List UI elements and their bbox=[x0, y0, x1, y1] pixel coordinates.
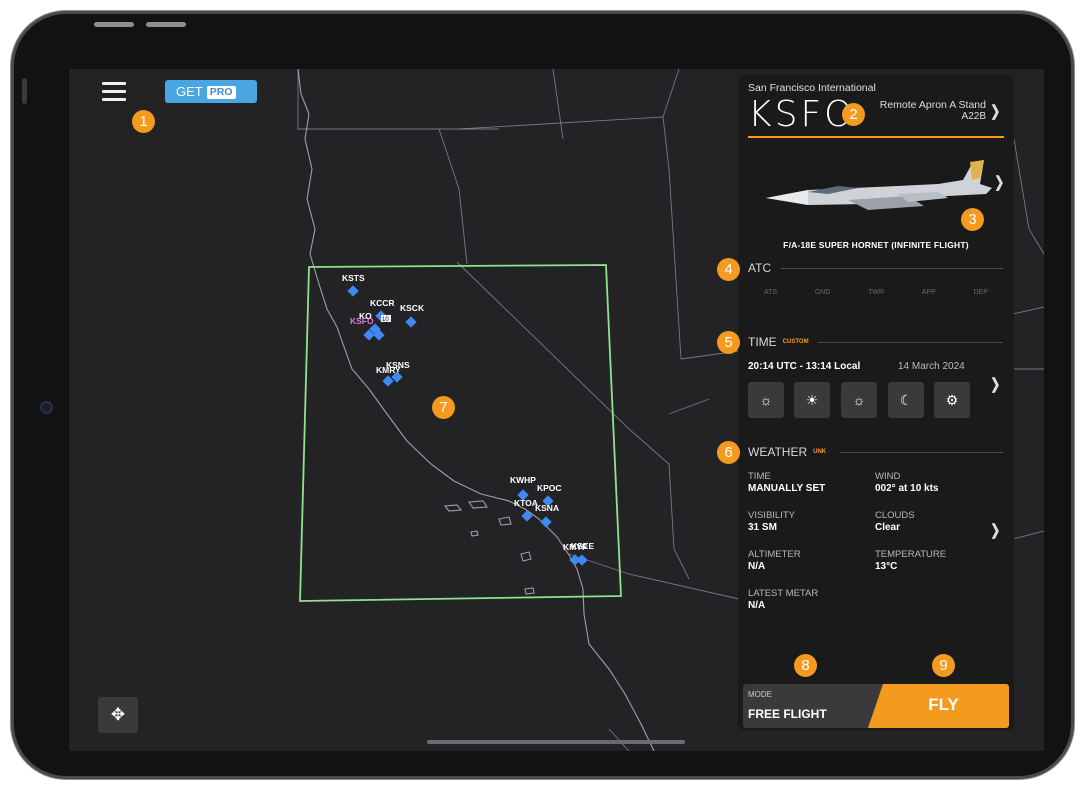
state-border bbox=[662, 116, 682, 360]
sunrise-icon[interactable]: ☼ bbox=[748, 382, 784, 418]
home-indicator bbox=[427, 740, 685, 744]
island bbox=[520, 551, 532, 562]
time-title: TIME CUSTOM bbox=[748, 335, 809, 349]
stand-code: A22B bbox=[961, 111, 986, 122]
metar-value: N/A bbox=[748, 600, 766, 611]
volume-button bbox=[146, 22, 186, 27]
altimeter-label: ALTIMETER bbox=[748, 549, 801, 560]
state-border bbox=[458, 69, 680, 130]
atc-tab[interactable]: APP bbox=[922, 289, 936, 296]
island bbox=[498, 516, 512, 526]
tablet-frame: KSTS KCCR KSCK KO KSFO 10 KMRY KSNS KWHP … bbox=[14, 14, 1071, 776]
airport-name: San Francisco International bbox=[748, 82, 876, 94]
atc-tab[interactable]: ATS bbox=[764, 289, 777, 296]
time-tag: CUSTOM bbox=[782, 339, 809, 345]
state-border bbox=[1012, 306, 1044, 315]
coastline bbox=[297, 69, 655, 751]
state-border bbox=[456, 261, 690, 580]
atc-title: ATC bbox=[748, 261, 772, 275]
mode-selector[interactable]: MODE FREE FLIGHT bbox=[743, 684, 883, 728]
step-marker: 3 bbox=[961, 208, 984, 231]
atc-tab[interactable]: DEP bbox=[974, 289, 988, 296]
island bbox=[524, 587, 535, 595]
atc-tabs: ATS GND TWR APP DEP bbox=[748, 289, 1004, 296]
aircraft-name: F/A-18E SUPER HORNET (INFINITE FLIGHT) bbox=[783, 240, 969, 250]
wind-label: WIND bbox=[875, 471, 901, 482]
island bbox=[443, 504, 463, 512]
temperature-label: TEMPERATURE bbox=[875, 549, 947, 560]
step-marker: 9 bbox=[932, 654, 955, 677]
atc-tab[interactable]: GND bbox=[815, 289, 831, 296]
header-divider bbox=[748, 136, 1004, 138]
moon-icon[interactable]: ☾ bbox=[888, 382, 924, 418]
weather-time-label: TIME bbox=[748, 471, 771, 482]
weather-time-value: MANUALLY SET bbox=[748, 483, 826, 494]
sun-icon[interactable]: ☀ bbox=[794, 382, 830, 418]
state-border bbox=[668, 398, 710, 415]
side-button bbox=[22, 78, 27, 104]
chevron-right-icon: ❯ bbox=[994, 174, 1005, 191]
wind-value: 002° at 10 kts bbox=[875, 483, 939, 494]
flight-setup-panel: San Francisco International KSFO Remote … bbox=[717, 75, 1014, 730]
step-marker: 5 bbox=[717, 331, 740, 354]
visibility-value: 31 SM bbox=[748, 522, 777, 533]
step-marker: 8 bbox=[794, 654, 817, 677]
step-marker: 4 bbox=[717, 258, 740, 281]
chevron-right-icon[interactable]: ❯ bbox=[990, 521, 1000, 539]
get-pro-button[interactable]: GET PRO bbox=[165, 80, 257, 103]
state-border bbox=[438, 128, 468, 265]
step-marker: 6 bbox=[717, 441, 740, 464]
volume-button bbox=[94, 22, 134, 27]
fly-label: FLY bbox=[928, 695, 959, 714]
island bbox=[468, 500, 488, 509]
state-border bbox=[1012, 530, 1044, 540]
menu-button[interactable] bbox=[102, 82, 126, 102]
pro-tag: PRO bbox=[206, 86, 236, 99]
app-screen: KSTS KCCR KSCK KO KSFO 10 KMRY KSNS KWHP … bbox=[69, 69, 1044, 751]
state-border bbox=[297, 69, 499, 130]
gear-icon[interactable]: ⚙ bbox=[934, 382, 970, 418]
temperature-value: 13°C bbox=[875, 561, 898, 572]
altimeter-value: N/A bbox=[748, 561, 766, 572]
airport-selector[interactable]: San Francisco International KSFO Remote … bbox=[748, 80, 1004, 142]
time-utc-local: 20:14 UTC - 13:14 Local bbox=[748, 361, 861, 372]
airport-icao: KSFO bbox=[748, 94, 856, 135]
front-camera bbox=[40, 401, 53, 414]
scenery-region-box[interactable] bbox=[299, 264, 622, 602]
mode-value: FREE FLIGHT bbox=[748, 707, 827, 721]
clouds-label: CLOUDS bbox=[875, 510, 915, 521]
section-divider bbox=[840, 452, 1003, 453]
chevron-right-icon[interactable]: ❯ bbox=[990, 375, 1000, 393]
visibility-label: VISIBILITY bbox=[748, 510, 795, 521]
recenter-icon[interactable]: ✥ bbox=[98, 697, 138, 733]
get-label: GET bbox=[176, 84, 203, 99]
state-border bbox=[1013, 138, 1044, 255]
mode-label: MODE bbox=[748, 690, 772, 699]
stand-name: Remote Apron A Stand bbox=[879, 99, 986, 111]
step-marker: 2 bbox=[842, 103, 865, 126]
weather-tag: UNK bbox=[813, 449, 827, 455]
atc-tab[interactable]: TWR bbox=[868, 289, 884, 296]
weather-title: WEATHER UNK bbox=[748, 445, 827, 459]
section-divider bbox=[781, 268, 1003, 269]
section-divider bbox=[818, 342, 1003, 343]
state-border bbox=[568, 553, 740, 600]
chevron-right-icon: ❯ bbox=[990, 103, 1001, 120]
step-marker: 1 bbox=[132, 110, 155, 133]
sunset-icon[interactable]: ☼ bbox=[841, 382, 877, 418]
aircraft-selector[interactable]: ❯ bbox=[748, 150, 1005, 250]
step-marker: 7 bbox=[432, 396, 455, 419]
clouds-value: Clear bbox=[875, 522, 901, 533]
fly-button[interactable]: FLY bbox=[868, 684, 1009, 728]
time-date: 14 March 2024 bbox=[898, 361, 965, 372]
metar-label: LATEST METAR bbox=[748, 588, 819, 599]
island bbox=[470, 530, 479, 537]
state-border bbox=[552, 69, 564, 140]
